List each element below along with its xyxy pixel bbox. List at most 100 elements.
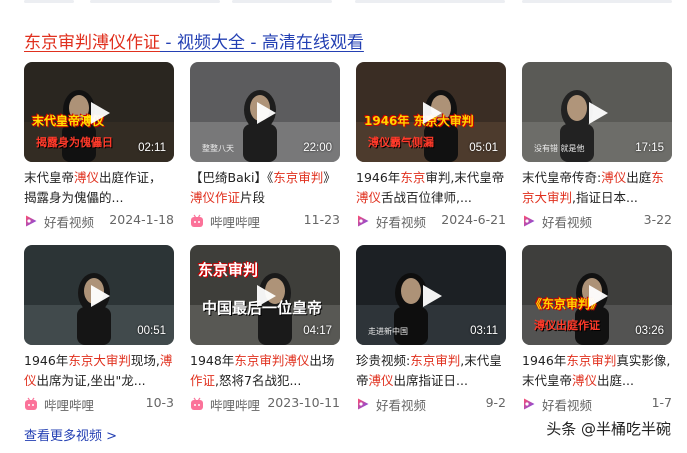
top-divider xyxy=(0,0,687,8)
video-description[interactable]: 1946年东京大审判现场,溥仪出席为证,坐出"龙... xyxy=(24,351,174,391)
thumbnail-overlay-subtitle: 溥仪霸气侧漏 xyxy=(368,136,434,149)
description-text: 场 xyxy=(321,353,335,368)
result-title-link[interactable]: 东京审判溥仪作证 - 视频大全 - 高清在线观看 xyxy=(24,28,364,53)
thumbnail-overlay-subtitle: 揭露身为傀儡日 xyxy=(36,136,113,149)
haokan-icon xyxy=(356,397,370,411)
play-icon[interactable] xyxy=(251,99,279,127)
video-duration: 02:11 xyxy=(138,142,166,154)
video-duration: 22:00 xyxy=(303,142,332,154)
video-thumbnail[interactable]: 走进新中国 03:11 xyxy=(356,245,506,345)
keyword-highlight: 东京审判 xyxy=(273,170,324,185)
keyword-highlight: 溥仪 xyxy=(601,170,627,185)
video-duration: 03:11 xyxy=(470,325,498,337)
video-description[interactable]: 珍贵视频:东京审判,末代皇帝溥仪出席指证日... xyxy=(356,351,506,391)
description-text: 出庭 xyxy=(626,170,652,185)
description-text: 1946年 xyxy=(24,353,69,368)
video-thumbnail[interactable]: 1946年 东京大审判 溥仪霸气侧漏 05:01 xyxy=(356,62,506,162)
thumbnail-overlay-subtitle: 溥仪出庭作证 xyxy=(534,319,600,332)
description-text: 末代皇帝 xyxy=(24,170,75,185)
play-icon[interactable] xyxy=(417,99,445,127)
video-source-row: 哔哩哔哩 2023-10-11 xyxy=(190,395,340,413)
video-description[interactable]: 1948年东京审判溥仪出场作证,怒将7名战犯... xyxy=(190,351,340,391)
description-text: 真实影 xyxy=(616,353,654,368)
video-source-name: 好看视频 xyxy=(376,398,427,413)
bilibili-icon xyxy=(190,397,204,411)
video-source-name: 哔哩哔哩 xyxy=(210,398,261,413)
video-date: 2024-6-21 xyxy=(441,212,506,227)
video-source-row: 好看视频 1-7 xyxy=(522,395,672,413)
keyword-highlight: 作证 xyxy=(215,190,241,205)
more-videos-link[interactable]: 查看更多视频 > xyxy=(24,425,117,444)
description-text: 1946年 xyxy=(356,170,401,185)
keyword-highlight: 溥仪 xyxy=(190,190,216,205)
watermark: 头条 @半桶吃半碗 xyxy=(546,420,671,438)
thumbnail-caption: 没有错 就是他 xyxy=(534,144,585,153)
description-text: ,末代 xyxy=(460,353,490,368)
play-icon[interactable] xyxy=(417,282,445,310)
description-text: ,怒将7名战犯... xyxy=(215,373,302,388)
video-date: 2023-10-11 xyxy=(267,395,340,410)
video-duration: 00:51 xyxy=(137,325,166,337)
play-icon[interactable] xyxy=(251,282,279,310)
keyword-highlight: 溥仪 xyxy=(356,190,382,205)
keyword-highlight: 东京审判 xyxy=(566,353,617,368)
video-duration: 05:01 xyxy=(469,142,498,154)
video-source-row: 好看视频 9-2 xyxy=(356,395,506,413)
video-date: 11-23 xyxy=(303,212,340,227)
video-thumbnail[interactable]: 末代皇帝溥仪 揭露身为傀儡日 02:11 xyxy=(24,62,174,162)
keyword-highlight: 东京大审判 xyxy=(68,353,131,368)
video-date: 3-22 xyxy=(643,212,672,227)
video-description[interactable]: 【巴绮Baki】《东京审判》 溥仪作证片段 xyxy=(190,168,340,208)
description-text: 末代皇帝传奇: xyxy=(522,170,602,185)
video-source-name: 好看视频 xyxy=(376,215,427,230)
play-icon[interactable] xyxy=(85,282,113,310)
thumbnail-caption: 走进新中国 xyxy=(368,327,408,336)
video-source-row: 好看视频 2024-6-21 xyxy=(356,212,506,230)
video-source-name: 好看视频 xyxy=(44,215,95,230)
description-text: 1946年 xyxy=(522,353,567,368)
bilibili-icon xyxy=(24,397,38,411)
video-source-name: 哔哩哔哩 xyxy=(44,398,95,413)
description-text: 1948年 xyxy=(190,353,235,368)
video-thumbnail[interactable]: 《东京审判》 溥仪出庭作证 03:26 xyxy=(522,245,672,345)
haokan-icon xyxy=(24,214,38,228)
description-text: 》 xyxy=(323,170,336,185)
keyword-highlight: 溥仪 xyxy=(74,170,100,185)
play-icon[interactable] xyxy=(583,282,611,310)
description-text: 审判,末代皇帝 xyxy=(425,170,505,185)
video-thumbnail[interactable]: 东京审判 中国最后一位皇帝 04:17 xyxy=(190,245,340,345)
keyword-highlight: 溥仪 xyxy=(368,373,394,388)
video-thumbnail[interactable]: 没有错 就是他 17:15 xyxy=(522,62,672,162)
description-text: ,指证日本... xyxy=(572,190,638,205)
description-text: 出 xyxy=(309,353,322,368)
video-source-row: 好看视频 2024-1-18 xyxy=(24,212,174,230)
description-text: 出席为证,坐出"龙... xyxy=(36,373,146,388)
description-text: 出庭... xyxy=(597,373,634,388)
video-source-row: 哔哩哔哩 10-3 xyxy=(24,395,174,413)
video-source-name: 哔哩哔哩 xyxy=(210,215,261,230)
video-description[interactable]: 末代皇帝溥仪出庭作证，揭露身为傀儡的... xyxy=(24,168,174,208)
thumbnail-overlay-title: 东京审判 xyxy=(198,261,259,279)
video-thumbnail[interactable]: 整整八天 22:00 xyxy=(190,62,340,162)
play-icon[interactable] xyxy=(583,99,611,127)
video-source-row: 好看视频 3-22 xyxy=(522,212,672,230)
video-source-name: 好看视频 xyxy=(542,398,593,413)
keyword-highlight: 东京审判 xyxy=(410,353,461,368)
keyword-highlight: 溥仪 xyxy=(572,373,598,388)
video-date: 9-2 xyxy=(485,395,506,410)
description-text: 【巴绮Baki】《 xyxy=(190,170,274,185)
thumbnail-caption: 整整八天 xyxy=(202,144,234,153)
haokan-icon xyxy=(522,214,536,228)
keyword-highlight: 东京 xyxy=(400,170,426,185)
keyword-highlight: 作证 xyxy=(190,373,216,388)
video-duration: 17:15 xyxy=(635,142,664,154)
video-description[interactable]: 1946年东京审判,末代皇帝溥仪舌战百位律师,... xyxy=(356,168,506,208)
video-description[interactable]: 末代皇帝传奇:溥仪出庭东京大审判,指证日本... xyxy=(522,168,672,208)
keyword-highlight: 东京审判溥仪 xyxy=(234,353,310,368)
play-icon[interactable] xyxy=(85,99,113,127)
description-text: 片段 xyxy=(240,190,266,205)
video-description[interactable]: 1946年东京审判真实影像,末代皇帝溥仪出庭... xyxy=(522,351,672,391)
video-thumbnail[interactable]: 00:51 xyxy=(24,245,174,345)
bilibili-icon xyxy=(190,214,204,228)
haokan-icon xyxy=(356,214,370,228)
